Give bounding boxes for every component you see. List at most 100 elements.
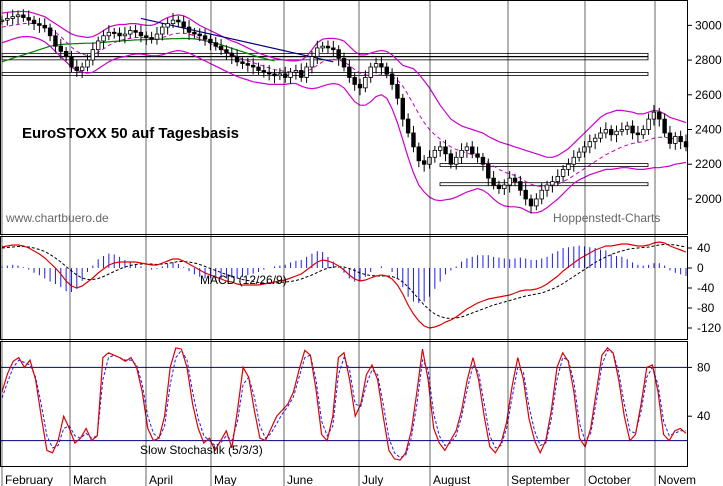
month-label: April — [149, 473, 173, 486]
price-bar-body — [512, 177, 518, 183]
stochastic-tick-label: 80 — [697, 360, 711, 374]
month-label: Novem — [658, 473, 696, 486]
price-bar-body — [448, 153, 454, 165]
price-bar-body — [240, 61, 245, 64]
support-resistance-line — [439, 182, 649, 187]
support-resistance-line — [1, 52, 649, 57]
price-bar-body — [523, 189, 528, 200]
price-bar-body — [138, 31, 144, 37]
price-bar-body — [507, 177, 512, 186]
price-bar-body — [149, 37, 154, 40]
macd-label: MACD (12/26/9) — [200, 273, 287, 287]
price-bar-body — [475, 153, 480, 158]
price-bar-body — [603, 129, 609, 134]
price-bar-body — [566, 163, 571, 170]
price-bar-body — [347, 66, 352, 78]
price-bar-body — [427, 156, 432, 165]
price-bar-body — [550, 181, 555, 186]
price-bar-body — [368, 66, 373, 78]
price-bar-body — [411, 132, 416, 148]
price-bar-body — [630, 125, 635, 134]
price-bar-body — [261, 70, 267, 73]
price-bar-body — [496, 184, 502, 189]
month-label: March — [73, 473, 106, 486]
price-bar-body — [443, 146, 448, 155]
price-bar-body — [502, 184, 507, 189]
price-bar-body — [181, 21, 186, 28]
price-bar-body — [31, 19, 37, 25]
price-bar-body — [42, 24, 47, 29]
price-bar-body — [256, 66, 261, 71]
stochastic-label: Slow Stochastik (5/3/3) — [140, 443, 263, 457]
price-bar-body — [250, 64, 256, 68]
price-bar-body — [299, 70, 304, 78]
price-bar-body — [266, 71, 272, 75]
price-bar-body — [5, 18, 10, 21]
macd-tick-label: -80 — [697, 301, 715, 315]
month-label: October — [588, 473, 631, 486]
price-bar-body — [480, 156, 486, 165]
price-bar-body — [373, 63, 379, 68]
chart-canvas: 3000 2800 2600 2400 2200 2000 40 0 -40 -80 -120 80 4… — [0, 0, 722, 486]
price-bar-body — [405, 118, 411, 134]
price-bar-body — [544, 184, 550, 191]
price-bar-body — [165, 23, 170, 28]
month-label: May — [214, 473, 237, 486]
watermark-right: Hoppenstedt-Charts — [553, 211, 660, 225]
month-label: September — [511, 473, 570, 486]
price-bar-body — [400, 97, 405, 120]
price-bar-body — [395, 83, 400, 99]
chart-title: EuroSTOXX 50 auf Tagesbasis — [22, 125, 239, 142]
price-bar-body — [117, 32, 122, 37]
watermark-left: www.chartbuero.de — [5, 211, 109, 225]
price-tick-label: 2800 — [695, 53, 722, 67]
price-bar-body — [555, 175, 560, 182]
price-bar-body — [37, 23, 42, 26]
price-bar-body — [74, 66, 80, 71]
price-bar-body — [101, 35, 106, 42]
price-bar-body — [85, 59, 90, 68]
macd-tick-label: 0 — [697, 261, 704, 275]
price-bar-body — [598, 132, 603, 139]
price-tick-label: 2400 — [695, 123, 722, 137]
price-bar-body — [582, 146, 587, 153]
price-bar-body — [47, 27, 53, 37]
price-bar-body — [454, 156, 459, 165]
price-bar-body — [673, 136, 678, 144]
price-bar-body — [379, 63, 384, 68]
price-bar-body — [53, 35, 58, 47]
price-bar-body — [437, 146, 443, 151]
price-bar-body — [288, 71, 293, 78]
price-tick-label: 2600 — [695, 88, 722, 102]
price-bar-body — [15, 14, 21, 18]
price-bar-body — [176, 19, 181, 23]
price-bar-body — [576, 151, 582, 158]
price-bar-body — [26, 17, 31, 21]
month-label: June — [287, 473, 313, 486]
price-bar-body — [432, 149, 438, 158]
price-bar-body — [154, 33, 160, 40]
price-bar-body — [320, 45, 325, 49]
month-label: August — [433, 473, 471, 486]
price-bar-body — [614, 130, 619, 136]
price-bar-body — [128, 30, 133, 35]
price-bar-body — [58, 45, 63, 52]
price-bar-body — [416, 146, 422, 162]
price-bar-body — [10, 16, 15, 19]
price-bar-body — [534, 198, 539, 207]
price-bar-body — [79, 66, 85, 71]
price-bar-body — [112, 31, 117, 34]
price-bar-body — [186, 26, 192, 33]
price-bar-body — [683, 141, 689, 148]
macd-tick-label: -120 — [697, 321, 721, 335]
price-bar-body — [95, 40, 101, 51]
price-bar-body — [341, 57, 347, 68]
price-bar-body — [464, 146, 470, 151]
price-tick-label: 3000 — [695, 18, 722, 32]
price-bar-body — [625, 125, 630, 130]
price-bar-body — [641, 129, 646, 136]
price-bar-body — [63, 51, 69, 58]
price-bar-body — [272, 73, 277, 77]
price-bar-body — [384, 66, 389, 75]
price-bar-body — [202, 35, 208, 40]
